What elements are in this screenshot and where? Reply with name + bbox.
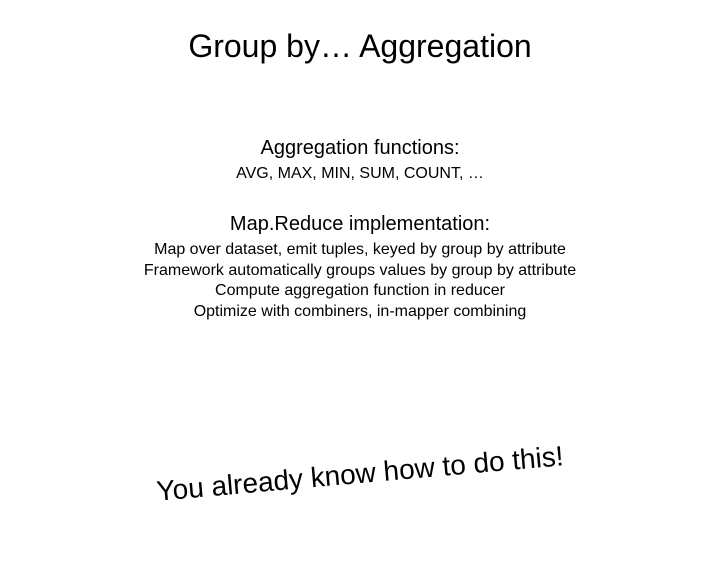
mapreduce-heading: Map.Reduce implementation: xyxy=(0,213,720,236)
mapreduce-line-4: Optimize with combiners, in-mapper combi… xyxy=(0,302,720,323)
aggregation-functions-list: AVG, MAX, MIN, SUM, COUNT, … xyxy=(0,164,720,185)
callout-text: You already know how to do this! xyxy=(155,440,565,507)
mapreduce-line-1: Map over dataset, emit tuples, keyed by … xyxy=(0,240,720,261)
mapreduce-body: Map over dataset, emit tuples, keyed by … xyxy=(0,240,720,323)
mapreduce-line-2: Framework automatically groups values by… xyxy=(0,261,720,282)
slide-title: Group by… Aggregation xyxy=(0,28,720,65)
aggregation-functions-heading: Aggregation functions: xyxy=(0,137,720,160)
mapreduce-line-3: Compute aggregation function in reducer xyxy=(0,281,720,302)
